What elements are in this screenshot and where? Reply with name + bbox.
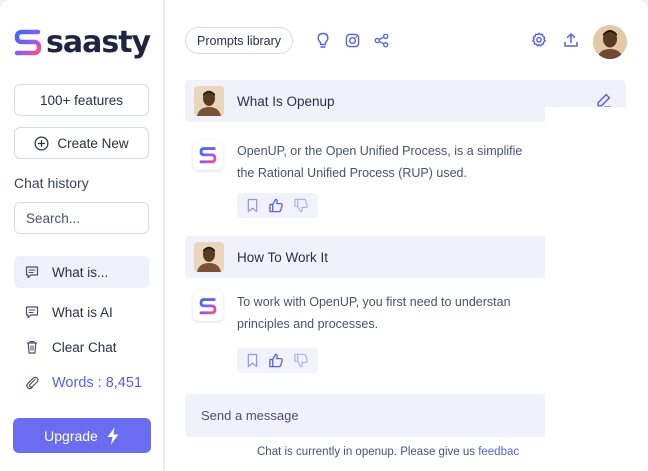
footer-note: Chat is currently in openup. Please give…	[257, 446, 519, 458]
sidebar: saasty 100+ features Create New Chat his…	[0, 0, 164, 471]
search-input[interactable]	[14, 202, 149, 234]
footer-note-text: Chat is currently in openup. Please give…	[257, 446, 479, 458]
lightning-icon	[107, 427, 119, 444]
upgrade-label: Upgrade	[44, 427, 98, 444]
brand-name: saasty	[46, 25, 151, 60]
question-text: How To Work It	[237, 249, 329, 265]
reaction-bar	[237, 348, 318, 373]
clear-chat-button[interactable]: Clear Chat	[14, 331, 149, 363]
upload-icon[interactable]	[561, 30, 581, 50]
bookmark-icon[interactable]	[246, 353, 259, 368]
overlay-panel	[545, 107, 648, 471]
upgrade-button[interactable]: Upgrade	[13, 418, 151, 453]
instagram-icon[interactable]	[342, 30, 362, 50]
lightbulb-icon[interactable]	[313, 30, 333, 50]
chat-history-title: Chat history	[14, 175, 89, 191]
question-text: What Is Openup	[237, 93, 335, 109]
plus-circle-icon	[34, 136, 49, 150]
history-item-label: What is...	[52, 264, 109, 280]
share-icon[interactable]	[371, 30, 391, 50]
clear-chat-label: Clear Chat	[52, 339, 117, 355]
answer-row: OpenUP, or the Open Unified Process, is …	[193, 140, 557, 184]
user-avatar	[194, 242, 224, 272]
create-new-button[interactable]: Create New	[14, 127, 149, 159]
bot-logo-icon	[193, 291, 223, 321]
paperclip-icon	[26, 376, 39, 390]
chat-bubble-icon	[25, 306, 39, 319]
thumbs-up-icon[interactable]	[268, 353, 284, 368]
chat-bubble-icon	[25, 266, 39, 279]
settings-icon[interactable]	[529, 30, 549, 50]
thumbs-down-icon[interactable]	[293, 353, 309, 368]
prompts-library-label: Prompts library	[197, 33, 282, 48]
answer-text: OpenUP, or the Open Unified Process, is …	[237, 140, 557, 184]
answer-line: the Rational Unified Process (RUP) used.	[237, 166, 467, 180]
words-count: Words : 8,451	[14, 367, 149, 399]
reaction-bar	[237, 193, 318, 218]
bot-logo-icon	[193, 140, 223, 170]
bookmark-icon[interactable]	[246, 198, 259, 213]
brand-logo-icon	[14, 29, 42, 56]
features-button[interactable]: 100+ features	[14, 84, 149, 116]
answer-text: To work with OpenUP, you first need to u…	[237, 291, 557, 335]
answer-line: OpenUP, or the Open Unified Process, is …	[237, 144, 523, 158]
prompts-library-button[interactable]: Prompts library	[185, 27, 294, 54]
words-count-label: Words : 8,451	[52, 375, 143, 391]
create-new-label: Create New	[57, 135, 129, 151]
answer-line: principles and processes.	[237, 317, 379, 331]
trash-icon	[27, 340, 37, 354]
history-item-label: What is AI	[52, 304, 113, 320]
answer-row: To work with OpenUP, you first need to u…	[193, 291, 557, 335]
history-item-what-is[interactable]: What is...	[14, 256, 149, 288]
thumbs-up-icon[interactable]	[268, 198, 284, 213]
history-item-what-is-ai[interactable]: What is AI	[14, 296, 149, 328]
user-avatar	[194, 86, 224, 116]
brand-logo[interactable]: saasty	[14, 25, 151, 61]
features-label: 100+ features	[40, 92, 123, 108]
thumbs-down-icon[interactable]	[293, 198, 309, 213]
feedback-link[interactable]: feedbac	[478, 446, 519, 458]
answer-line: To work with OpenUP, you first need to u…	[237, 295, 511, 309]
user-avatar[interactable]	[593, 25, 627, 59]
